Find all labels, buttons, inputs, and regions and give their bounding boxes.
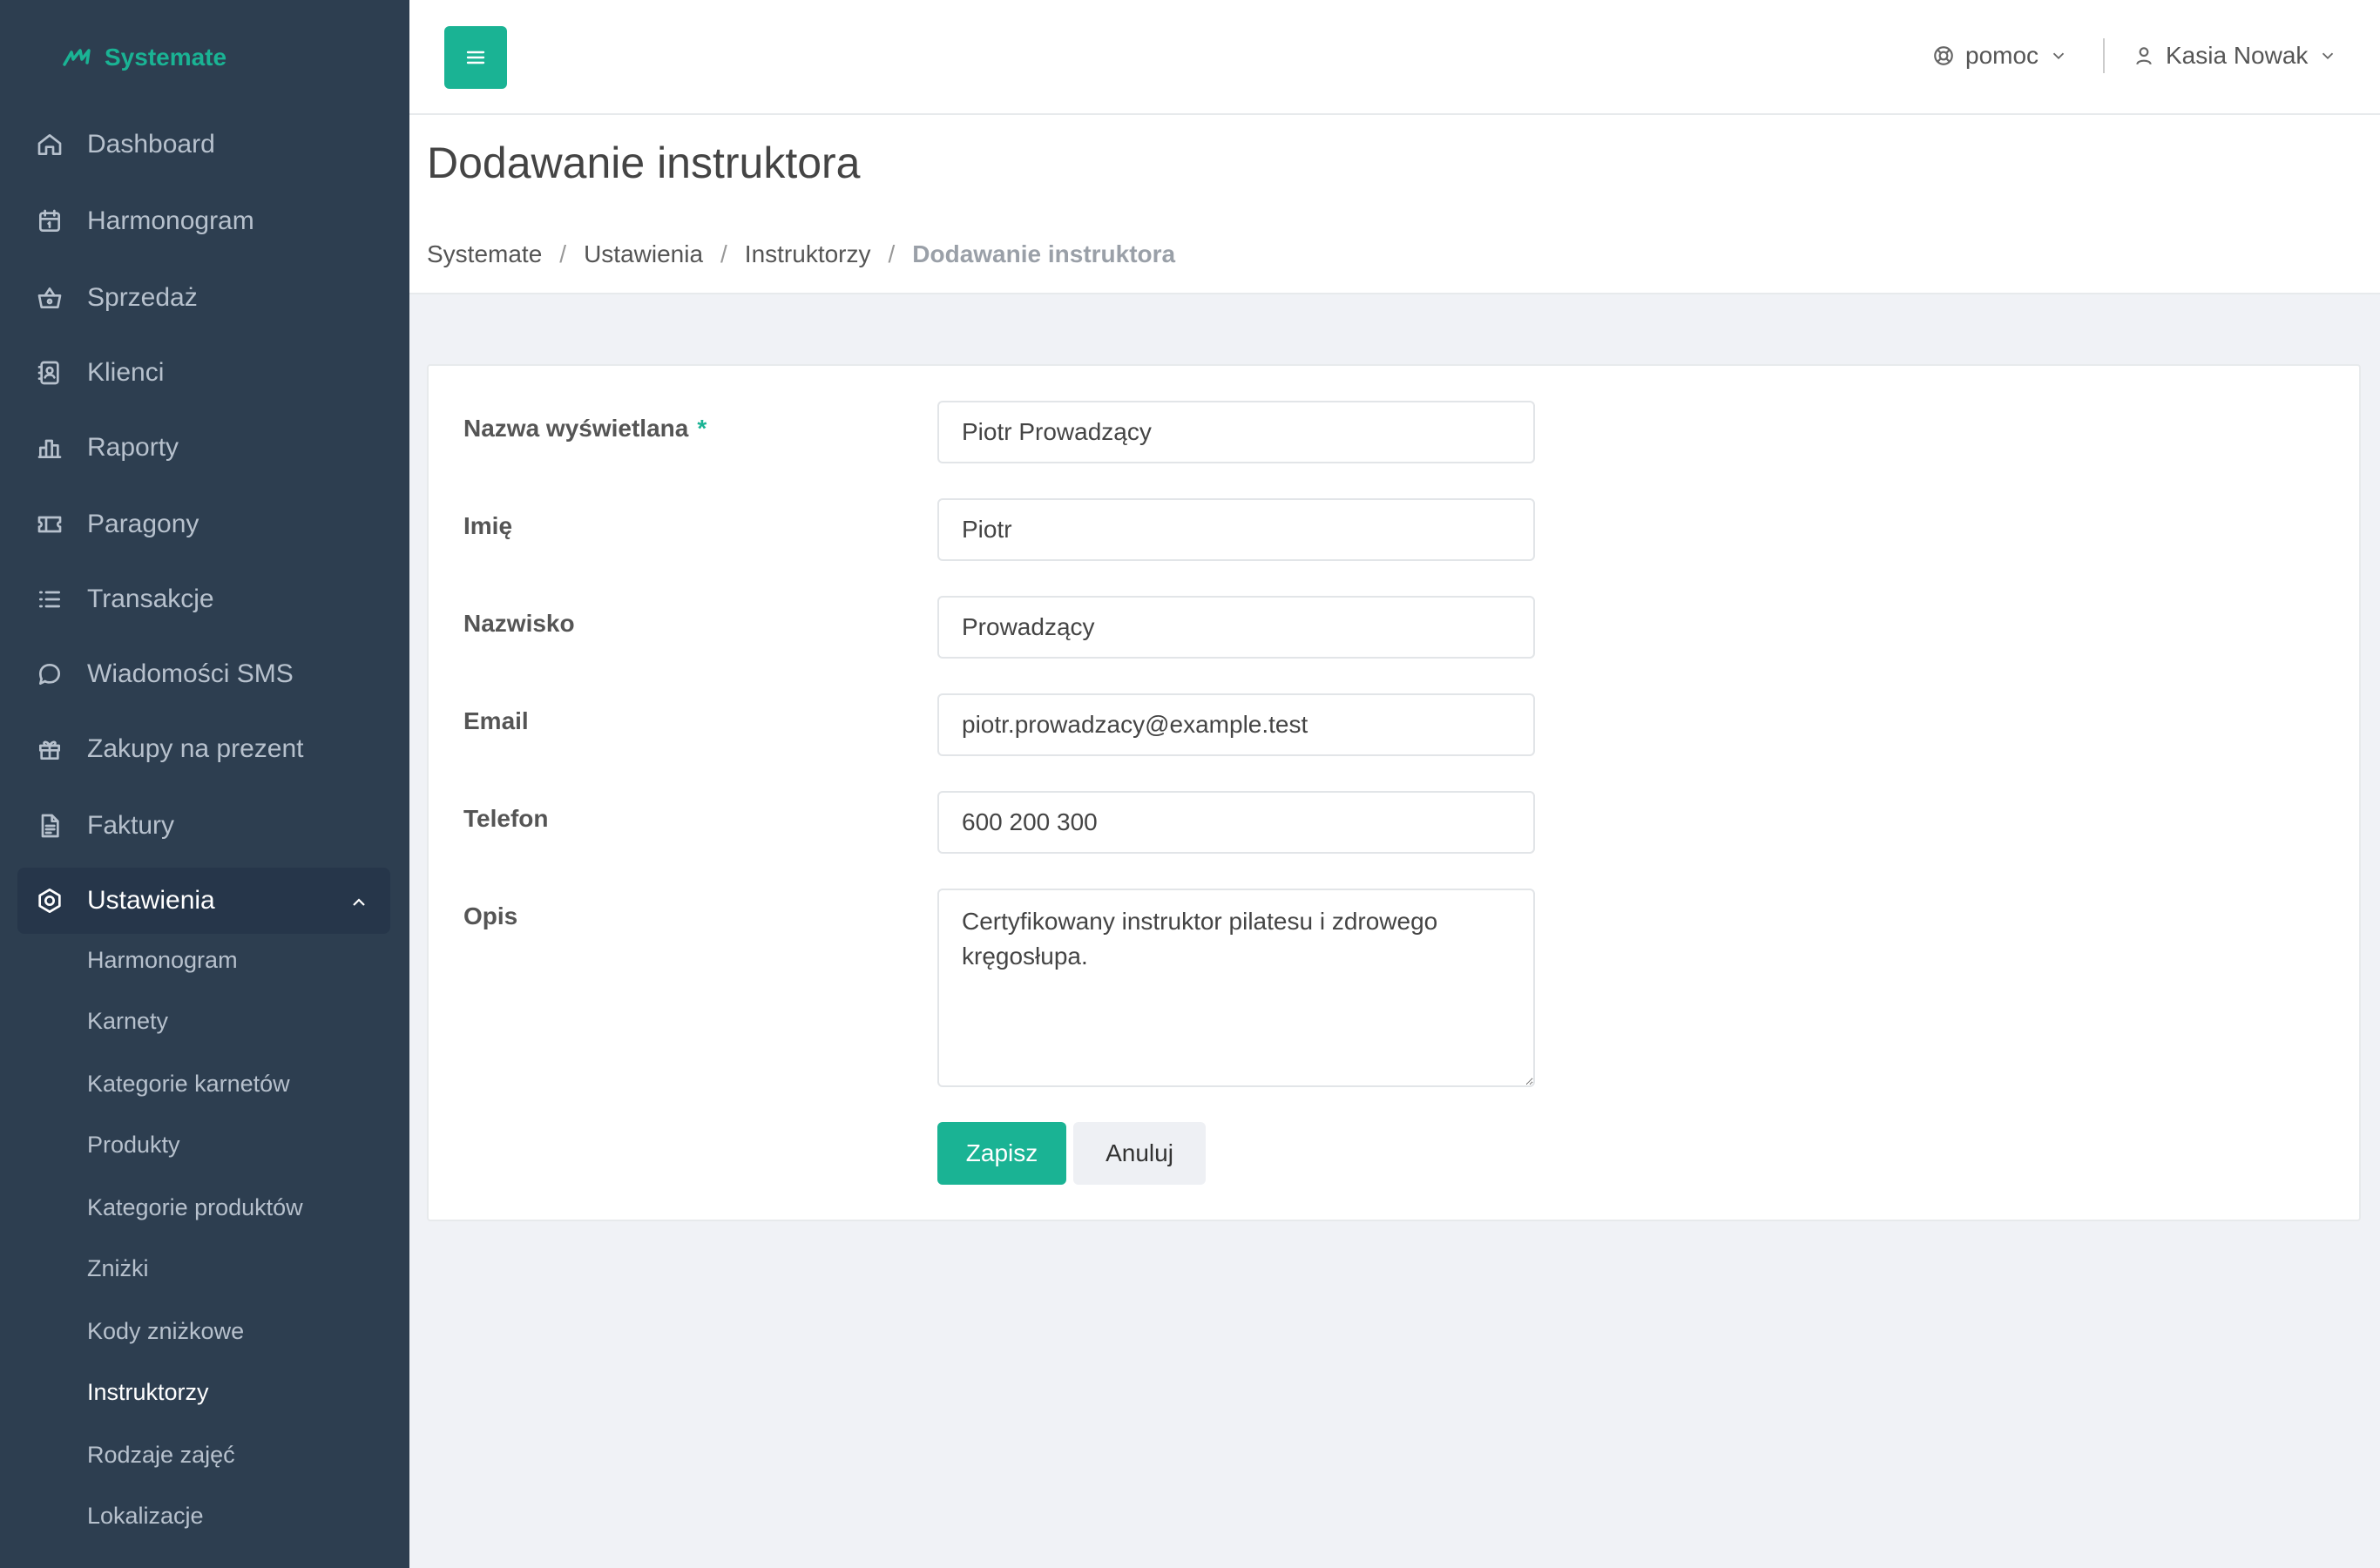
calendar-icon <box>35 206 64 236</box>
instructor-form: Nazwa wyświetlana * Imię Nazwisko Email T… <box>427 364 2361 1221</box>
first-name-input[interactable] <box>937 498 1535 561</box>
sidebar-item-settings[interactable]: Ustawienia <box>17 868 390 934</box>
submenu-item-passes[interactable]: Karnety <box>87 1004 168 1038</box>
page-heading: Dodawanie instruktora Systemate / Ustawi… <box>409 115 2380 294</box>
last-name-input[interactable] <box>937 596 1535 659</box>
sidebar-item-gifts[interactable]: Zakupy na prezent <box>0 716 409 782</box>
description-label: Opis <box>463 902 518 929</box>
breadcrumb-separator: / <box>888 240 896 267</box>
display-name-label: Nazwa wyświetlana * <box>463 415 707 443</box>
sidebar-item-label: Paragony <box>87 510 199 538</box>
help-label: pomoc <box>1965 42 2039 69</box>
breadcrumb-current: Dodawanie instruktora <box>912 240 1176 267</box>
breadcrumb-instructors[interactable]: Instruktorzy <box>745 240 871 268</box>
sidebar-item-transactions[interactable]: Transakcje <box>0 566 409 632</box>
help-menu[interactable]: pomoc <box>1932 38 2068 73</box>
sidebar-item-label: Zakupy na prezent <box>87 734 304 763</box>
phone-label: Telefon <box>463 805 549 832</box>
sidebar-item-dashboard[interactable]: Dashboard <box>0 112 409 178</box>
sidebar-item-label: Dashboard <box>87 130 215 159</box>
submenu-item-product-categories[interactable]: Kategorie produktów <box>87 1190 303 1225</box>
settings-icon <box>35 886 64 916</box>
submenu-item-locations[interactable]: Lokalizacje <box>87 1498 204 1533</box>
logo-icon <box>63 49 91 66</box>
breadcrumb: Systemate / Ustawienia / Instruktorzy / … <box>427 240 1175 268</box>
sidebar-item-schedule[interactable]: Harmonogram <box>0 188 409 254</box>
email-label: Email <box>463 707 529 734</box>
last-name-label: Nazwisko <box>463 610 575 637</box>
first-name-label: Imię <box>463 512 513 539</box>
breadcrumb-separator: / <box>559 240 567 267</box>
chevron-down-icon <box>2323 52 2334 60</box>
gift-icon <box>35 734 64 764</box>
submenu-item-pass-categories[interactable]: Kategorie karnetów <box>87 1066 290 1101</box>
description-textarea[interactable]: Certyfikowany instruktor pilatesu i zdro… <box>937 889 1535 1087</box>
breadcrumb-settings[interactable]: Ustawienia <box>584 240 703 268</box>
menu-toggle-button[interactable] <box>444 26 507 89</box>
submenu-item-schedule[interactable]: Harmonogram <box>87 943 238 977</box>
phone-input[interactable] <box>937 791 1535 854</box>
submenu-item-class-types[interactable]: Rodzaje zajęć <box>87 1437 235 1472</box>
sidebar-item-label: Harmonogram <box>87 206 254 235</box>
sidebar-item-sales[interactable]: Sprzedaż <box>0 265 409 331</box>
header-divider <box>2103 38 2105 73</box>
sidebar-item-reports[interactable]: Raporty <box>0 415 409 481</box>
sidebar-item-receipts[interactable]: Paragony <box>0 491 409 558</box>
display-name-input[interactable] <box>937 401 1535 463</box>
ticket-icon <box>35 510 64 539</box>
display-name-label-text: Nazwa wyświetlana <box>463 415 689 442</box>
sidebar-item-label: Ustawienia <box>87 886 215 915</box>
cancel-button[interactable]: Anuluj <box>1073 1122 1206 1185</box>
list-icon <box>35 585 64 614</box>
basket-icon <box>35 283 64 313</box>
sidebar-item-label: Wiadomości SMS <box>87 659 294 688</box>
brand-name: Systemate <box>105 44 227 71</box>
sidebar-item-clients[interactable]: Klienci <box>0 340 409 406</box>
home-icon <box>35 130 64 159</box>
lifebuoy-icon <box>1934 46 1953 65</box>
required-marker: * <box>697 415 707 442</box>
brand-logo[interactable]: Systemate <box>63 40 227 75</box>
chat-bubble-icon <box>35 659 64 689</box>
sidebar-item-label: Sprzedaż <box>87 283 198 312</box>
email-input[interactable] <box>937 693 1535 756</box>
page-title: Dodawanie instruktora <box>427 139 861 187</box>
sidebar-item-label: Faktury <box>87 811 175 840</box>
chevron-up-icon <box>348 890 369 911</box>
contacts-book-icon <box>35 358 64 388</box>
submenu-item-discounts[interactable]: Zniżki <box>87 1251 149 1286</box>
breadcrumb-separator: / <box>720 240 727 267</box>
sidebar: Systemate Dashboard Harmonogram Sprzedaż… <box>0 0 409 1568</box>
submenu-item-products[interactable]: Produkty <box>87 1127 180 1162</box>
sidebar-item-invoices[interactable]: Faktury <box>0 793 409 859</box>
submenu-item-discount-codes[interactable]: Kody zniżkowe <box>87 1314 244 1348</box>
sidebar-item-label: Transakcje <box>87 585 214 613</box>
save-button[interactable]: Zapisz <box>937 1122 1066 1185</box>
document-icon <box>35 811 64 841</box>
chevron-down-icon <box>2052 52 2065 60</box>
sidebar-item-label: Klienci <box>87 358 165 387</box>
user-menu[interactable]: Kasia Nowak <box>2133 38 2337 73</box>
bar-chart-icon <box>35 433 64 463</box>
sidebar-item-sms[interactable]: Wiadomości SMS <box>0 641 409 707</box>
user-name: Kasia Nowak <box>2166 42 2309 69</box>
hamburger-icon <box>466 51 485 64</box>
breadcrumb-home[interactable]: Systemate <box>427 240 542 268</box>
submenu-item-instructors[interactable]: Instruktorzy <box>87 1375 209 1409</box>
sidebar-item-label: Raporty <box>87 433 179 462</box>
top-header: pomoc Kasia Nowak <box>409 0 2380 115</box>
user-icon <box>2136 47 2152 65</box>
